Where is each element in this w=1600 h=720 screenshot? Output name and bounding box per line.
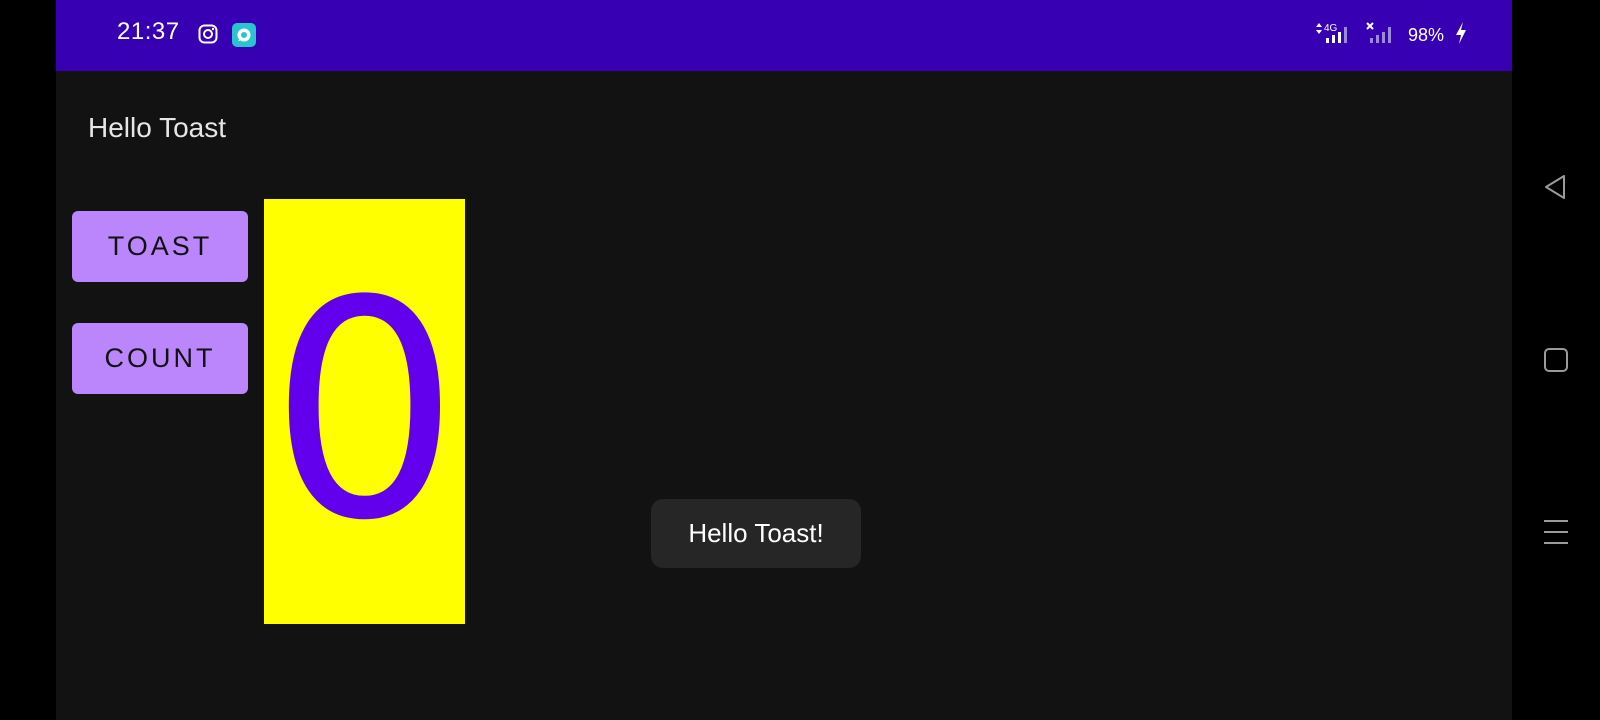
count-display: 0 [264,199,465,624]
navigation-bar [1512,0,1600,720]
signal-4g-icon: 4G [1314,21,1354,50]
chat-app-icon [232,23,256,47]
instagram-icon [198,24,218,44]
app-screen: 21:37 4G 98% Hello Toast TOAST COUNT 0 H… [56,0,1512,720]
home-icon[interactable] [1542,346,1570,374]
recents-icon[interactable] [1542,518,1570,546]
status-time: 21:37 [117,18,180,45]
count-button[interactable]: Count [72,323,248,394]
toast-button[interactable]: Toast [72,211,248,282]
toast-message: Hello Toast! [651,499,861,568]
app-title: Hello Toast [88,112,227,143]
status-bar: 21:37 4G 98% [56,0,1512,71]
status-indicators: 4G 98% [1314,20,1468,50]
back-icon[interactable] [1542,173,1570,201]
battery-level: 98% [1407,24,1444,45]
charging-icon [1454,21,1468,50]
signal-no-sim-icon [1364,21,1398,50]
count-value: 0 [269,236,460,586]
network-type-label: 4G [1324,23,1338,34]
